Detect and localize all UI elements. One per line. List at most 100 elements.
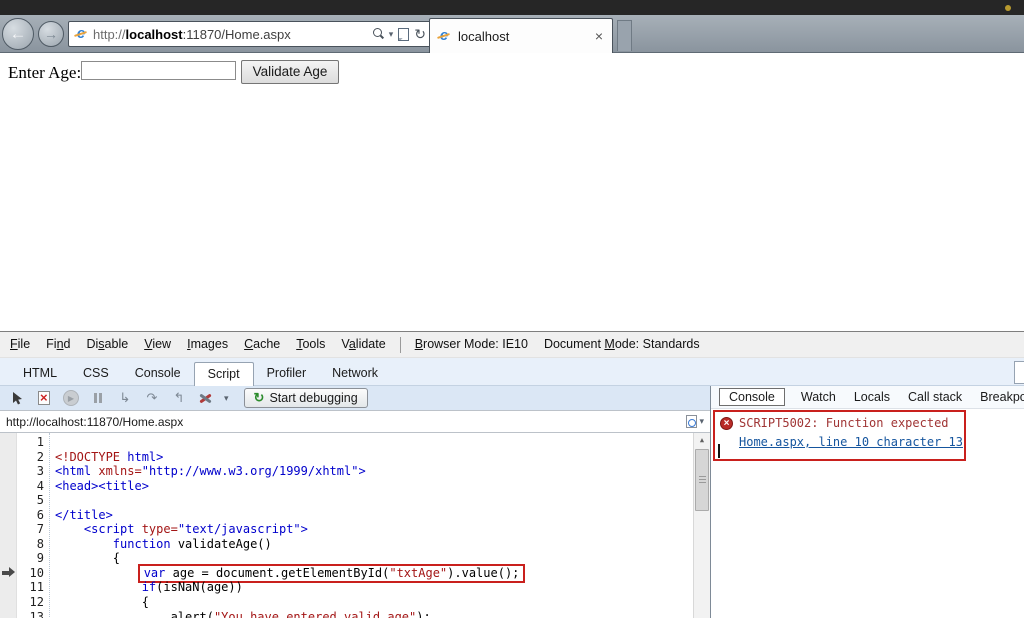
line-code: <script type="text/javascript"> [83, 522, 308, 537]
start-debugging-button[interactable]: ↻ Start debugging [243, 388, 368, 408]
notification-dot-icon [1005, 5, 1011, 11]
script-file-url: http://localhost:11870/Home.aspx [6, 414, 184, 429]
console-output: × SCRIPT5002: Function expected Home.asp… [711, 409, 1024, 618]
browser-tab-localhost[interactable]: e localhost × [429, 18, 613, 53]
compatibility-view-icon[interactable] [398, 27, 410, 41]
debug-tools-icon[interactable] [197, 389, 215, 407]
tab-console[interactable]: Console [122, 361, 194, 385]
script-file-bar: http://localhost:11870/Home.aspx ▾ [0, 410, 710, 433]
age-input[interactable] [81, 61, 236, 80]
step-into-icon[interactable]: ↳ [116, 389, 134, 407]
line-number: 7 [36, 522, 44, 537]
tab-title: localhost [458, 28, 510, 44]
scrollbar-thumb[interactable] [695, 449, 709, 511]
line-code: <!DOCTYPE html> [55, 449, 164, 464]
console-pane-tab-call-stack[interactable]: Call stack [906, 389, 964, 405]
web-page-content: Enter Age: Validate Age [0, 53, 1024, 331]
menu-file[interactable]: File [2, 332, 38, 357]
menu-disable[interactable]: Disable [78, 332, 136, 357]
line-code: </title> [55, 507, 113, 522]
line-number: 13 [29, 609, 44, 618]
continue-icon[interactable]: ▶ [62, 389, 80, 407]
console-error-message: SCRIPT5002: Function expected [739, 416, 949, 430]
break-on-error-icon[interactable] [35, 389, 53, 407]
error-location-link[interactable]: Home.aspx, line 10 character 13 [739, 435, 963, 449]
code-lines: 1 2 <!DOCTYPE html> 3 <html xmlns="http://ww… [0, 435, 693, 618]
console-pane-tab-console[interactable]: Console [719, 388, 785, 406]
console-pane-tab-locals[interactable]: Locals [852, 389, 892, 405]
url-host: localhost [125, 26, 183, 42]
line-code: function validateAge() [112, 536, 272, 551]
line-code: <html xmlns="http://www.w3.org/1999/xhtm… [55, 464, 366, 479]
current-statement-arrow-icon [2, 567, 15, 578]
window-title-bar [0, 0, 1024, 15]
ie-icon: e [73, 26, 89, 42]
menu-find[interactable]: Find [38, 332, 78, 357]
menu-document-mode[interactable]: Document Mode: Standards [536, 332, 708, 357]
select-element-icon[interactable] [8, 389, 26, 407]
new-tab-button[interactable] [617, 20, 632, 51]
line-code: var age = document.getElementById("txtAg… [55, 563, 526, 583]
developer-tools: File Find Disable View Images Cache Tools Valid… [0, 331, 1024, 618]
console-pane-tab-watch[interactable]: Watch [799, 389, 838, 405]
step-over-icon[interactable]: ↷ [143, 389, 161, 407]
back-button[interactable]: ← [2, 18, 34, 50]
line-number: 3 [36, 464, 44, 479]
tab-close-icon[interactable]: × [592, 28, 606, 44]
console-pane-tab-breakpoints[interactable]: Breakpoints [978, 389, 1024, 405]
tab-profiler[interactable]: Profiler [254, 361, 320, 385]
tab-css[interactable]: CSS [70, 361, 122, 385]
address-bar[interactable]: e http://localhost:11870/Home.aspx ▾ ↻ [68, 21, 431, 47]
screen: ← → e http://localhost:11870/Home.aspx ▾… [0, 0, 1024, 618]
line-code: { [55, 551, 121, 566]
tabrow-overflow-button[interactable] [1014, 361, 1024, 384]
code-line-5: 5 [0, 493, 693, 508]
line-code: if(isNaN(age)) [141, 580, 243, 595]
line-number: 2 [36, 449, 44, 464]
line-number: 12 [29, 595, 44, 610]
file-picker-icon[interactable]: ▾ [686, 415, 704, 428]
code-line-8: 8 function validateAge() [0, 537, 693, 552]
menu-images[interactable]: Images [179, 332, 236, 357]
address-bar-icons: ▾ ↻ [372, 27, 426, 41]
devtools-menubar: File Find Disable View Images Cache Tools Valid… [0, 332, 1024, 358]
tab-network[interactable]: Network [319, 361, 391, 385]
validate-age-button[interactable]: Validate Age [241, 60, 339, 84]
autocomplete-caret-icon[interactable]: ▾ [389, 29, 394, 40]
code-line-1: 1 [0, 435, 693, 450]
line-code: alert("You have entered valid age"); [170, 609, 431, 618]
code-line-6: 6 </title> [0, 508, 693, 523]
pause-icon[interactable] [89, 389, 107, 407]
forward-button[interactable]: → [38, 21, 64, 47]
code-editor: 1 2 <!DOCTYPE html> 3 <html xmlns="http://ww… [0, 433, 710, 618]
menu-browser-mode[interactable]: Browser Mode: IE10 [407, 332, 536, 357]
line-number: 6 [36, 507, 44, 522]
address-url[interactable]: http://localhost:11870/Home.aspx [93, 27, 372, 42]
menu-tools[interactable]: Tools [288, 332, 333, 357]
scrollbar-up-icon[interactable]: ▲ [694, 433, 710, 448]
code-line-7: 7 <script type="text/javascript"> [0, 522, 693, 537]
search-icon[interactable] [372, 28, 384, 40]
script-pane: ▶ ↳ ↷ ↰ ▾ ↻ Start debugging http://local… [0, 386, 710, 618]
console-pane: ConsoleWatchLocalsCall stackBreakpoints … [710, 386, 1024, 618]
line-number: 9 [36, 551, 44, 566]
code-scrollbar[interactable]: ▲ [693, 433, 710, 618]
line-number: 11 [29, 580, 44, 595]
line-code: { [55, 595, 149, 610]
line-code: <head><title> [55, 478, 149, 493]
debug-tools-caret-icon[interactable]: ▾ [224, 393, 229, 404]
step-out-icon[interactable]: ↰ [170, 389, 188, 407]
menu-view[interactable]: View [136, 332, 179, 357]
line-number: 5 [36, 493, 44, 508]
refresh-icon[interactable]: ↻ [414, 27, 426, 41]
code-line-11: 11 if(isNaN(age)) [0, 580, 693, 595]
menu-separator [399, 336, 401, 353]
line-number: 8 [36, 536, 44, 551]
url-path: :11870/Home.aspx [182, 26, 291, 42]
code-line-12: 12 { [0, 595, 693, 610]
menu-cache[interactable]: Cache [236, 332, 288, 357]
menu-validate[interactable]: Validate [333, 332, 393, 357]
tab-script[interactable]: Script [193, 362, 254, 387]
enter-age-label: Enter Age: [8, 63, 82, 82]
tab-html[interactable]: HTML [10, 361, 70, 385]
